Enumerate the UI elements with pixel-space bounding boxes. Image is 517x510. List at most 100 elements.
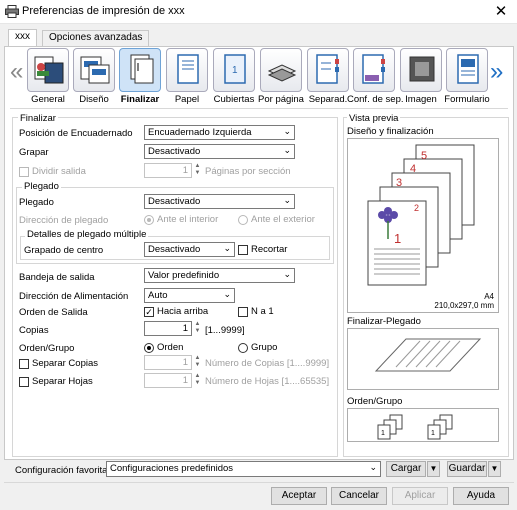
output-tray-label: Bandeja de salida [19,272,95,283]
center-staple-value: Desactivado [148,244,201,255]
ok-button[interactable]: Aceptar [271,487,327,505]
separate-sheets-stepper[interactable]: ▲ ▼ [193,373,202,388]
tab-advanced-options[interactable]: Opciones avanzadas [42,30,150,46]
collate-group-radio[interactable] [238,343,248,353]
trim-checkbox[interactable] [238,245,248,255]
layout-icon [80,56,110,84]
svg-text:1: 1 [381,430,385,437]
favorites-label: Configuración favorita [15,465,108,476]
paper-size-label: 210,0x297,0 mm [434,301,494,310]
chevron-down-icon: ⌄ [283,195,291,205]
separate-copies-input[interactable]: 1 [144,355,192,370]
fold-group-title: Plegado [22,181,61,192]
binding-label: Posición de Encuadernado [19,128,133,139]
fold-preview-illustration [374,338,482,372]
help-button[interactable]: Ayuda [453,487,509,505]
scroll-left-icon[interactable]: « [10,58,23,86]
feature-label-separator-settings: Conf. de sep. [347,94,404,105]
page-number-4: 4 [410,163,416,175]
n-to-1-checkbox[interactable] [238,307,248,317]
separator-icon [316,54,339,84]
separate-copies-checkbox[interactable] [19,359,29,369]
load-menu-button[interactable]: ▼ [427,461,440,477]
copies-stepper[interactable]: ▲ ▼ [193,321,202,336]
split-pages-stepper[interactable]: ▲ ▼ [193,163,202,178]
multi-fold-title: Detalles de plegado múltiple [25,229,149,240]
collate-group-label: Grupo [251,342,278,353]
separate-sheets-checkbox[interactable] [19,377,29,387]
fold-outside-label: Ante el exterior [251,214,315,225]
tab-main[interactable]: xxx [8,29,37,47]
output-order-label: Orden de Salida [19,307,88,318]
feature-label-image: Imagen [405,94,437,105]
chevron-down-icon: ⌄ [223,289,231,299]
load-button[interactable]: Cargar [386,461,426,477]
fold-inside-radio[interactable] [144,215,154,225]
feed-direction-label: Dirección de Alimentación [19,291,129,302]
binding-select[interactable]: Encuadernado Izquierda ⌄ [144,125,295,140]
chevron-down-icon: ⌄ [283,126,291,136]
design-finishing-label: Diseño y finalización [347,126,434,137]
chevron-down-icon: ⌄ [283,145,291,155]
feature-separator[interactable] [307,48,349,92]
general-icon [34,56,64,84]
feature-label-covers: Cubiertas [213,94,255,105]
separate-copies-label: Separar Copias [32,358,99,369]
scroll-right-icon[interactable]: » [490,58,503,86]
staple-select[interactable]: Desactivado ⌄ [144,144,295,159]
fold-direction-label: Dirección de plegado [19,215,109,226]
favorites-select[interactable]: Configuraciones predefinidos ⌄ [106,461,381,477]
split-output-checkbox[interactable] [19,167,29,177]
close-icon[interactable]: ✕ [490,2,512,22]
svg-text:1: 1 [232,65,238,76]
feature-layout[interactable] [73,48,115,92]
feature-form[interactable] [446,48,488,92]
chevron-down-icon: ⌄ [283,269,291,279]
feature-finishing[interactable] [119,48,161,92]
page-number-2: 2 [414,203,419,213]
center-staple-select[interactable]: Desactivado ⌄ [144,242,235,257]
per-page-icon [267,64,297,82]
chevron-down-icon: ⌄ [223,243,231,253]
feature-paper[interactable] [166,48,208,92]
copies-input[interactable]: 1 [144,321,192,336]
output-tray-value: Valor predefinido [148,270,220,281]
feed-direction-select[interactable]: Auto ⌄ [144,288,235,303]
copies-label: Copias [19,325,49,336]
output-tray-select[interactable]: Valor predefinido ⌄ [144,268,295,283]
separate-copies-range: Número de Copias [1....9999] [205,358,330,369]
fold-outside-radio[interactable] [238,215,248,225]
svg-text:1: 1 [431,430,435,437]
apply-button[interactable]: Aplicar [392,487,448,505]
feature-separator-settings[interactable] [353,48,395,92]
feature-general[interactable] [27,48,69,92]
split-pages-unit: Páginas por sección [205,166,291,177]
feature-image[interactable] [400,48,442,92]
collate-illustration: 3 2 1 3 2 1 [377,414,453,440]
feature-covers[interactable]: 1 [213,48,255,92]
favorites-value: Configuraciones predefinidos [110,463,234,474]
cancel-button[interactable]: Cancelar [331,487,387,505]
paper-icon [177,54,199,84]
image-icon [409,56,435,82]
save-menu-button[interactable]: ▼ [488,461,501,477]
staple-value: Desactivado [148,146,201,157]
fold-select[interactable]: Desactivado ⌄ [144,194,295,209]
feature-per-page[interactable] [260,48,302,92]
collate-order-radio[interactable] [144,343,154,353]
page-number-5: 5 [421,150,427,162]
separate-sheets-input[interactable]: 1 [144,373,192,388]
feed-direction-value: Auto [148,290,168,301]
split-pages-input[interactable]: 1 [144,163,192,178]
collate-label: Orden/Grupo [19,343,75,354]
face-up-checkbox[interactable]: ✓ [144,307,154,317]
save-button[interactable]: Guardar [447,461,487,477]
fold-label: Plegado [19,197,54,208]
feature-label-finishing: Finalizar [120,94,160,105]
face-up-label: Hacia arriba [157,306,209,317]
preview-pages-illustration: 5 4 3 2 1 [367,144,475,286]
separate-sheets-label: Separar Hojas [32,376,93,387]
separate-copies-stepper[interactable]: ▲ ▼ [193,355,202,370]
divider [10,108,508,109]
page-number-3: 3 [396,177,402,189]
